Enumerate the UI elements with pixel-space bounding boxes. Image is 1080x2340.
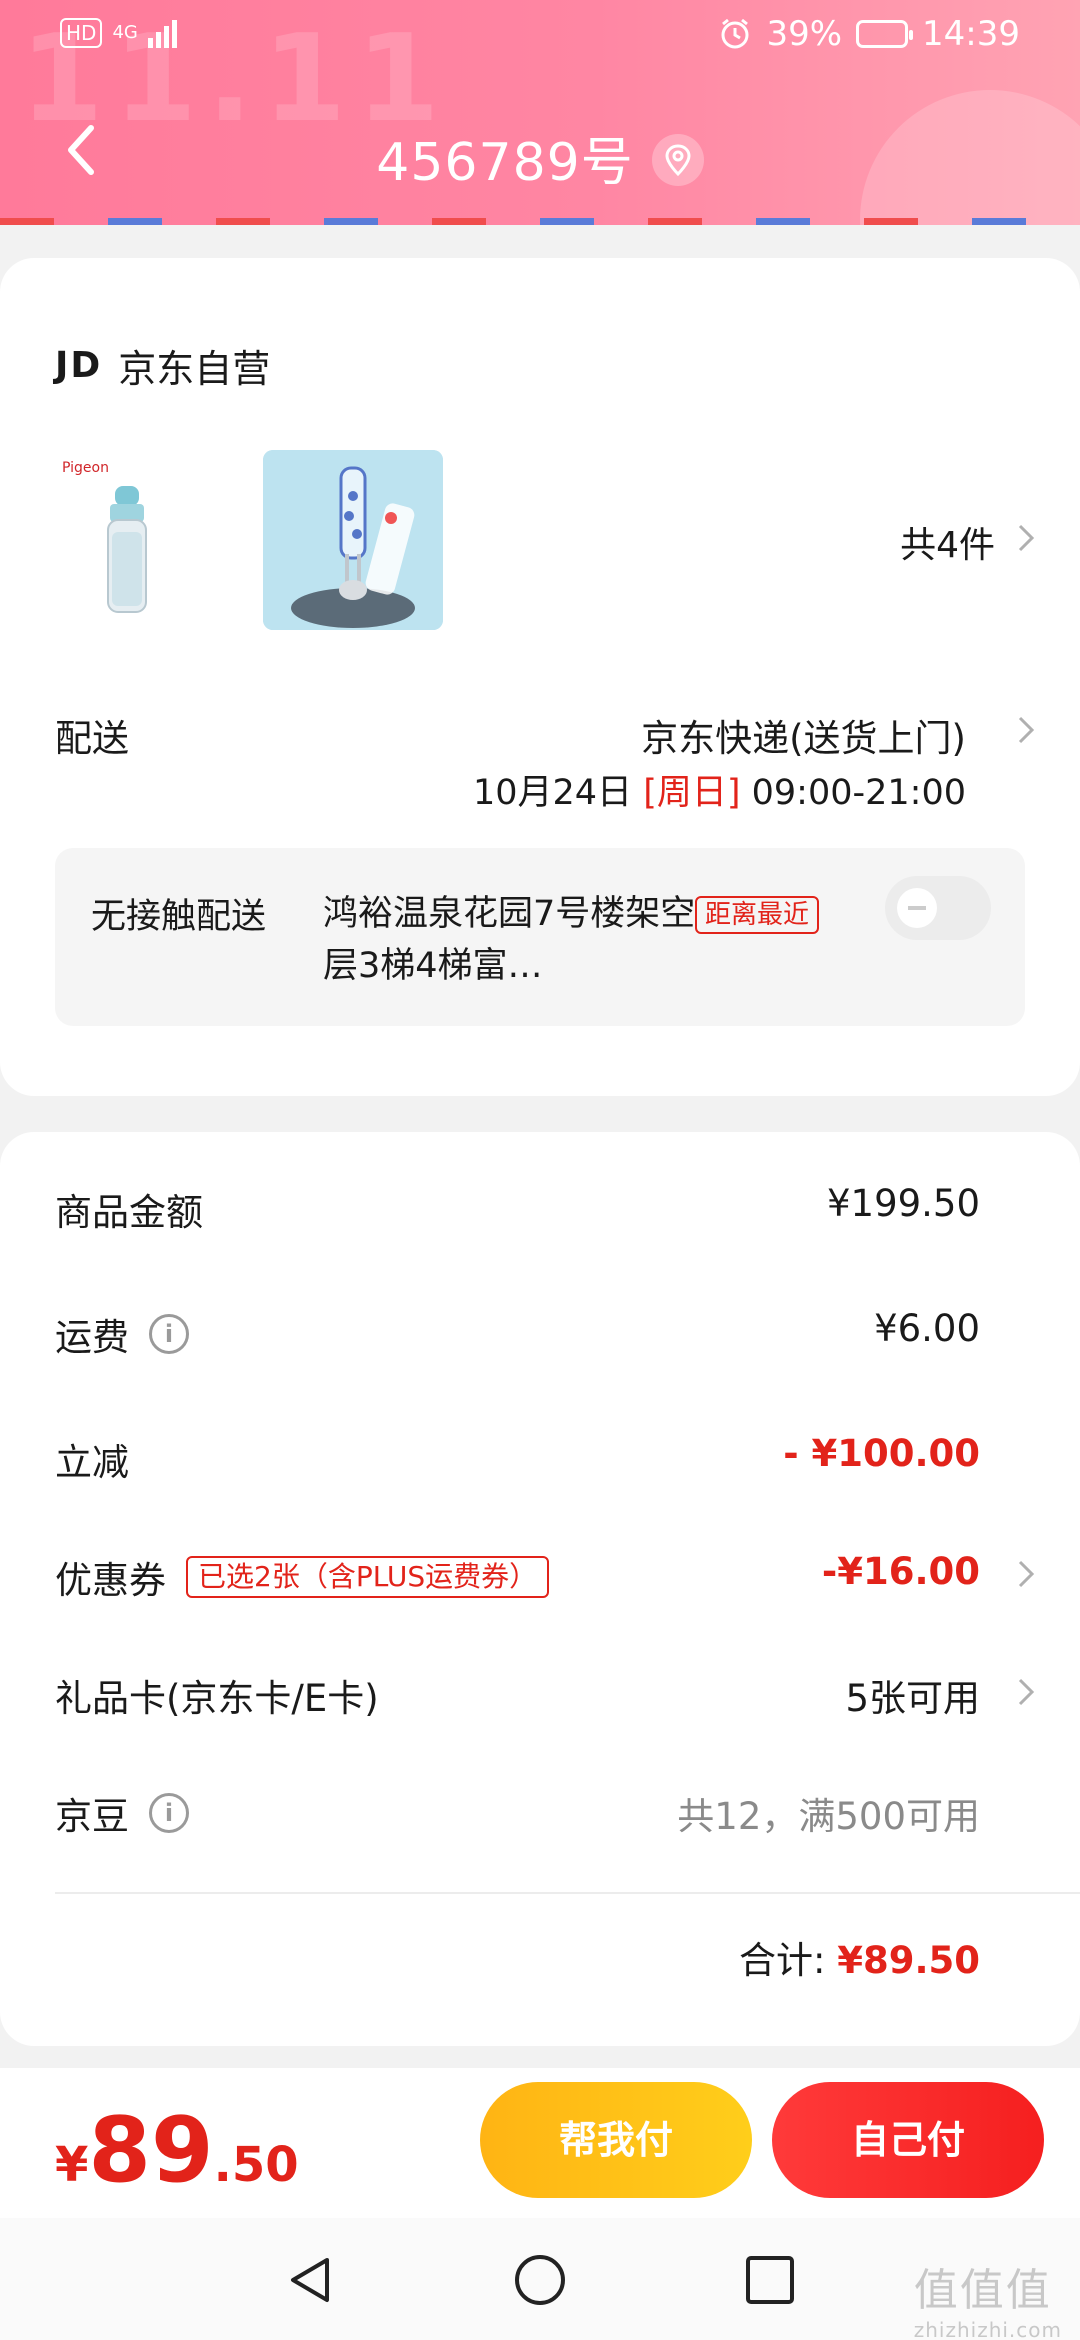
product-image-bottle[interactable]: Pigeon [58,448,188,628]
price-decimal: .50 [213,2137,299,2193]
shipping-day: [周日] [643,773,741,813]
total-amount: ¥89.50 [837,1939,980,1982]
watermark-sub: zhizhizhi.com [913,2318,1062,2340]
coupon-row[interactable]: 优惠券 已选2张（含PLUS运费券） -¥16.00 [55,1550,980,1610]
product-image-spoon-set[interactable] [263,450,443,630]
currency-symbol: ¥ [55,2137,89,2193]
header: 11.11 HD 4G 39% 14:39 456789号 [0,0,1080,225]
nearest-badge: 距离最近 [695,896,820,934]
battery-icon [856,20,914,48]
order-items-card: JD 京东自营 Pigeon 共4件 配送 京东快递(送货上门) 10月24日 … [0,258,1080,1096]
status-bar: HD 4G 39% 14:39 [0,0,1080,72]
battery-percent: 39% [766,14,843,54]
contactless-label: 无接触配送 [91,897,267,937]
pay-myself-button[interactable]: 自己付 [772,2082,1044,2198]
total-row: 合计: ¥89.50 [739,1930,980,1984]
watermark: 值值值 zhizhizhi.com [914,2254,1062,2340]
instant-discount-row: 立减 - ¥100.00 [55,1432,980,1492]
gift-card-value: 5张可用 [845,1677,980,1720]
status-left: HD 4G [60,18,177,48]
page-title-wrap: 456789号 [0,120,1080,195]
instant-discount-label: 立减 [55,1441,129,1484]
shipping-fee-label: 运费 [55,1316,129,1359]
page-title: 456789号 [376,133,634,193]
toggle-knob [897,888,937,928]
contactless-address: 鸿裕温泉花园7号楼架空层3梯4梯富… [323,894,696,986]
shipping-fee-value: ¥6.00 [874,1307,980,1350]
divider [55,1892,1080,1894]
status-right: 39% 14:39 [718,14,1020,54]
shop-name: 京东自营 [118,347,271,391]
total-label: 合计: [738,1939,826,1982]
info-icon[interactable]: i [149,1793,189,1833]
baby-bottle-icon: Pigeon [62,460,147,613]
shipping-date: 10月24日 [472,773,633,813]
goods-amount-label: 商品金额 [55,1191,203,1234]
instant-discount-value: - ¥100.00 [783,1432,980,1475]
shipping-time: 10月24日 [周日] 09:00-21:00 [473,764,966,815]
alarm-icon [721,18,749,49]
shop-header: JD 京东自营 [55,338,270,393]
hd-badge: HD [60,18,103,48]
goods-amount-value: ¥199.50 [826,1182,980,1225]
gift-card-row[interactable]: 礼品卡(京东卡/E卡) 5张可用 [55,1668,980,1728]
shipping-label: 配送 [55,717,129,760]
price-summary-card: 商品金额 ¥199.50 运费 i ¥6.00 立减 - ¥100.00 优惠券… [0,1132,1080,2046]
gift-card-label: 礼品卡(京东卡/E卡) [55,1677,379,1720]
pay-price: ¥89.50 [55,2098,299,2203]
clock: 14:39 [922,14,1020,54]
item-count[interactable]: 共4件 [900,516,995,568]
shipping-chevron-icon[interactable] [1014,712,1038,748]
system-nav-bar: 值值值 zhizhizhi.com [0,2218,1080,2340]
coupon-value: -¥16.00 [821,1550,980,1593]
contactless-toggle[interactable] [885,876,991,940]
square-recents-icon [746,2256,794,2304]
nav-recents-button[interactable] [742,2252,798,2308]
shipping-method[interactable]: 京东快递(送货上门) [641,708,966,762]
help-me-pay-button[interactable]: 帮我付 [480,2082,752,2198]
items-chevron-icon[interactable] [1014,520,1038,556]
circle-home-icon [515,2255,565,2305]
price-integer: 89 [88,2098,214,2203]
shipping-fee-row: 运费 i ¥6.00 [55,1307,980,1367]
gift-card-chevron-icon[interactable] [1014,1674,1038,1710]
nav-bar: 456789号 [0,100,1080,200]
payment-bar: ¥89.50 帮我付 自己付 [0,2068,1080,2218]
info-icon[interactable]: i [149,1314,189,1354]
jd-beans-value: 共12，满500可用 [677,1795,980,1838]
coupon-tag: 已选2张（含PLUS运费券） [186,1556,550,1598]
spoon-set-icon [263,450,443,630]
triangle-back-icon [291,2258,329,2302]
shipping-time-range: 09:00-21:00 [751,773,966,813]
goods-amount-row: 商品金额 ¥199.50 [55,1182,980,1242]
envelope-stripe [0,218,1080,225]
signal-icon [147,18,177,48]
jd-beans-label: 京豆 [55,1795,129,1838]
watermark-text: 值值值 [913,2265,1052,2316]
coupon-label: 优惠券 [55,1559,166,1602]
location-pin-icon [665,144,691,177]
contactless-delivery-box: 无接触配送 鸿裕温泉花园7号楼架空层3梯4梯富… 距离最近 [55,848,1025,1026]
jd-beans-row: 京豆 i 共12，满500可用 [55,1786,980,1846]
jd-logo: JD [55,345,103,386]
network-type: 4G [112,22,138,43]
brand-label: Pigeon [62,460,109,476]
location-button[interactable] [651,134,704,186]
nav-home-button[interactable] [512,2252,568,2308]
nav-back-button[interactable] [283,2252,339,2308]
coupon-chevron-icon[interactable] [1014,1556,1038,1592]
